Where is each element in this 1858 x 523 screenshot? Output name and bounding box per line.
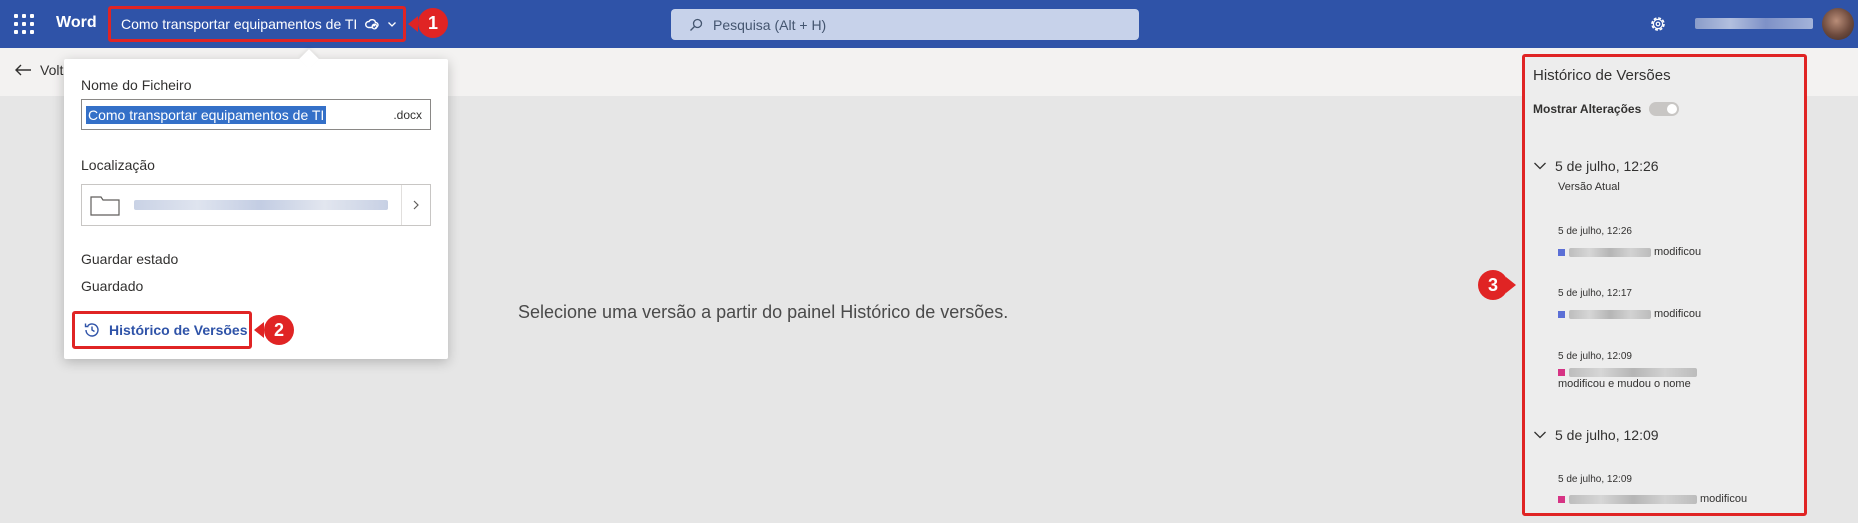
version-entry-action: modificou (1654, 246, 1702, 258)
author-color-marker (1558, 496, 1565, 503)
version-history-label: Histórico de Versões (109, 322, 248, 338)
file-info-dropdown: Nome do Ficheiro Como transportar equipa… (64, 49, 448, 359)
search-placeholder: Pesquisa (Alt + H) (713, 16, 827, 33)
back-arrow-icon (15, 64, 31, 76)
author-name-blurred (1569, 368, 1697, 377)
chevron-down-icon (1534, 431, 1546, 439)
version-entry-action: modificou e mudou o nome (1558, 378, 1691, 390)
badge-1-pointer (408, 16, 418, 32)
version-entry-author[interactable]: modificou (1558, 492, 1804, 507)
version-history-panel: Histórico de Versões Mostrar Alterações … (1522, 54, 1807, 516)
chevron-right-icon (413, 200, 419, 210)
save-state-value: Guardado (81, 278, 144, 294)
badge-2-pointer (254, 322, 264, 338)
badge-3-pointer (1506, 277, 1516, 293)
panel-title: Histórico de Versões (1533, 67, 1671, 84)
version-entry-time[interactable]: 5 de julho, 12:09 (1558, 351, 1632, 362)
search-icon (690, 18, 703, 31)
version-group-header[interactable]: 5 de julho, 12:26 (1533, 158, 1659, 174)
version-entry-action: modificou (1654, 308, 1702, 320)
document-title: Como transportar equipamentos de TI (121, 16, 358, 32)
version-history-button[interactable]: Histórico de Versões (72, 311, 252, 349)
step-badge-2: 2 (264, 315, 294, 345)
search-input[interactable]: Pesquisa (Alt + H) (671, 9, 1139, 40)
location-field[interactable] (81, 184, 431, 226)
app-name[interactable]: Word (56, 14, 97, 32)
version-group-date: 5 de julho, 12:26 (1555, 158, 1659, 174)
location-open-button[interactable] (401, 185, 430, 225)
version-entry-author[interactable]: modificou (1558, 307, 1804, 322)
user-name-blurred[interactable] (1695, 18, 1813, 29)
version-entry-time[interactable]: 5 de julho, 12:09 (1558, 474, 1632, 485)
step-badge-1: 1 (418, 8, 448, 38)
chevron-down-icon (388, 22, 397, 27)
filename-extension: .docx (393, 107, 422, 122)
author-name-blurred (1569, 310, 1651, 319)
document-title-button[interactable]: Como transportar equipamentos de TI (108, 6, 406, 42)
waffle-icon[interactable] (14, 14, 34, 34)
version-entry-time[interactable]: 5 de julho, 12:17 (1558, 288, 1632, 299)
version-entry-author[interactable]: modificou (1558, 245, 1804, 260)
history-icon (84, 323, 99, 337)
gear-icon[interactable] (1648, 14, 1668, 34)
author-color-marker (1558, 249, 1565, 256)
author-name-blurred (1569, 248, 1651, 257)
step-badge-3: 3 (1478, 270, 1508, 300)
version-entry-action: modificou (1700, 493, 1748, 505)
version-group-header[interactable]: 5 de julho, 12:09 (1533, 427, 1659, 443)
current-version-label: Versão Atual (1558, 181, 1620, 193)
location-path-blurred (134, 200, 388, 210)
show-changes-label: Mostrar Alterações (1533, 102, 1642, 116)
location-label: Localização (81, 157, 155, 173)
filename-value: Como transportar equipamentos de TI (86, 105, 327, 124)
author-name-blurred (1569, 495, 1697, 504)
back-button[interactable]: Volt (14, 62, 63, 78)
back-label: Volt (40, 62, 64, 78)
author-color-marker (1558, 369, 1565, 376)
folder-icon (90, 196, 120, 216)
author-color-marker (1558, 311, 1565, 318)
filename-label: Nome do Ficheiro (81, 77, 192, 93)
filename-input[interactable]: Como transportar equipamentos de TI .doc… (81, 99, 431, 130)
chevron-down-icon (1534, 162, 1546, 170)
empty-state-message: Selecione uma versão a partir do painel … (518, 302, 1009, 322)
cloud-sync-icon (365, 19, 379, 30)
top-bar: Word Como transportar equipamentos de TI… (0, 0, 1858, 48)
version-group-date: 5 de julho, 12:09 (1555, 427, 1659, 443)
version-entry-author[interactable]: modificou e mudou o nome (1558, 368, 1804, 392)
version-entry-time[interactable]: 5 de julho, 12:26 (1558, 226, 1632, 237)
show-changes-toggle[interactable] (1649, 102, 1679, 116)
avatar[interactable] (1822, 8, 1854, 40)
save-state-label: Guardar estado (81, 251, 179, 267)
